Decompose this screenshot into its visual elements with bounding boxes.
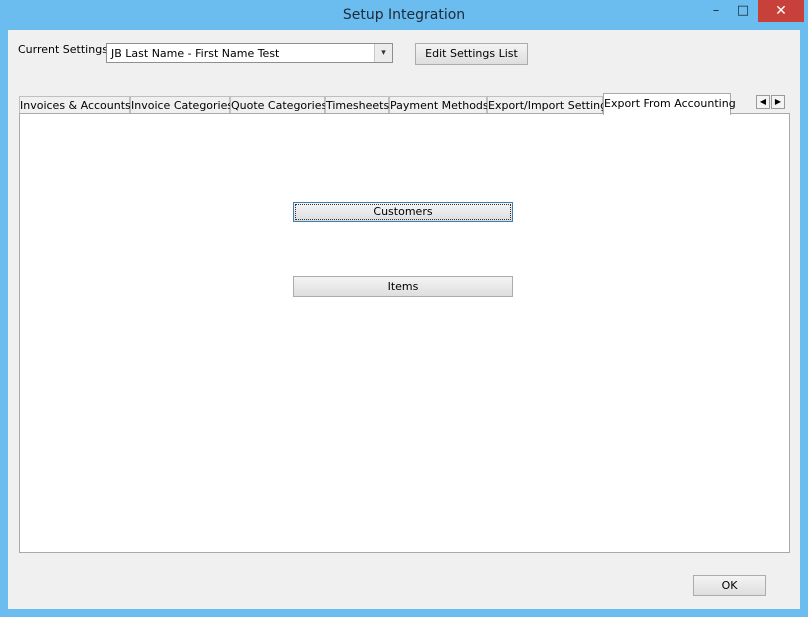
tab-scroll-right-icon[interactable]: ▶ — [771, 95, 785, 109]
title-bar[interactable]: Setup Integration – □ ✕ — [0, 0, 808, 30]
tab-scroll-left-icon[interactable]: ◀ — [756, 95, 770, 109]
dialog-body: Current Settings JB Last Name - First Na… — [8, 30, 800, 609]
minimize-button[interactable]: – — [703, 0, 729, 22]
tab-strip: Invoices & Accounts Invoice Categories Q… — [19, 93, 789, 115]
tab-payment-methods[interactable]: Payment Methods — [389, 96, 489, 114]
chevron-down-icon[interactable]: ▾ — [374, 44, 392, 62]
close-button[interactable]: ✕ — [758, 0, 804, 22]
setup-integration-window: Setup Integration – □ ✕ Current Settings… — [0, 0, 808, 617]
current-settings-value: JB Last Name - First Name Test — [111, 47, 280, 60]
tab-export-from-accounting[interactable]: Export From Accounting — [603, 93, 736, 115]
edit-settings-list-button[interactable]: Edit Settings List — [415, 43, 528, 65]
window-title: Setup Integration — [342, 7, 466, 23]
maximize-button[interactable]: □ — [730, 0, 756, 22]
tab-export-import-settings[interactable]: Export/Import Settings — [487, 96, 613, 114]
tab-quote-categories[interactable]: Quote Categories — [230, 96, 327, 114]
items-button[interactable]: Items — [293, 276, 513, 297]
ok-button[interactable]: OK — [693, 575, 766, 596]
tab-invoice-categories[interactable]: Invoice Categories — [130, 96, 233, 114]
export-from-accounting-panel: Customers Items — [19, 113, 790, 553]
tab-invoices-accounts[interactable]: Invoices & Accounts — [19, 96, 131, 114]
customers-button[interactable]: Customers — [293, 202, 513, 222]
current-settings-dropdown[interactable]: JB Last Name - First Name Test ▾ — [106, 43, 393, 63]
current-settings-label: Current Settings — [18, 43, 108, 56]
tab-timesheets[interactable]: Timesheets — [325, 96, 389, 114]
